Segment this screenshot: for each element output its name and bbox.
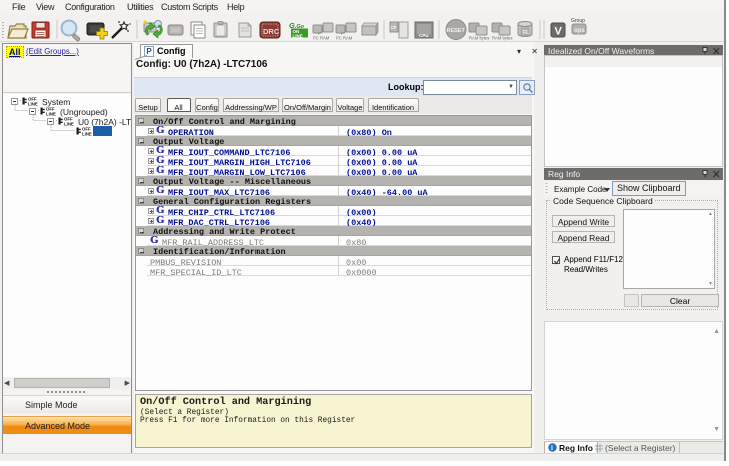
svg-text:ops: ops	[574, 28, 585, 34]
svg-text:PC RAM: PC RAM	[336, 36, 353, 41]
svg-text:DRC: DRC	[263, 27, 280, 36]
svg-text:RAM bytes: RAM bytes	[492, 36, 512, 41]
svg-text:LINE: LINE	[293, 34, 303, 39]
svg-text:RESET: RESET	[447, 28, 466, 34]
svg-text:PC RAM: PC RAM	[313, 36, 330, 41]
svg-text:CF: CF	[391, 25, 397, 30]
svg-text:RAM bytes: RAM bytes	[469, 36, 489, 41]
svg-text:LINE: LINE	[82, 132, 92, 136]
svg-text:i: i	[551, 444, 553, 452]
svg-text:FL: FL	[523, 30, 529, 36]
svg-text:CPU: CPU	[419, 33, 429, 38]
svg-text:V: V	[555, 26, 563, 38]
svg-text:Group: Group	[571, 18, 585, 24]
